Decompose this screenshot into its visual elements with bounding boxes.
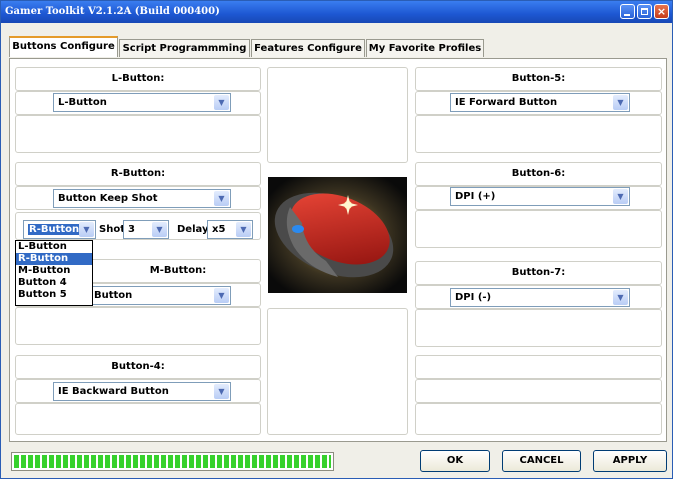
tab-script-programming[interactable]: Script Programmming (119, 39, 250, 57)
l-button-spacer (15, 115, 261, 153)
chevron-down-icon: ▼ (152, 222, 167, 237)
dropdown-option[interactable]: L-Button (16, 241, 92, 253)
middle-top-box (267, 67, 408, 163)
button5-select[interactable]: IE Forward Button ▼ (450, 93, 630, 112)
tab-my-favorite-profiles[interactable]: My Favorite Profiles (366, 39, 484, 57)
minimize-icon (624, 14, 630, 16)
shot-count-select[interactable]: 3 ▼ (123, 220, 169, 239)
button4-title: Button-4: (111, 361, 165, 372)
button4-spacer (15, 403, 261, 435)
mouse-image (268, 177, 407, 293)
shot-button-select[interactable]: R-Button ▼ (23, 220, 96, 239)
minimize-button[interactable] (620, 4, 635, 19)
button5-select-value: IE Forward Button (455, 97, 558, 108)
app-window: Gamer Toolkit V2.1.2A (Build 000400) × B… (0, 0, 673, 479)
r-button-select[interactable]: Button Keep Shot ▼ (53, 189, 231, 208)
chevron-down-icon: ▼ (214, 288, 229, 303)
window-title: Gamer Toolkit V2.1.2A (Build 000400) (5, 6, 220, 17)
dropdown-option-selected[interactable]: R-Button (16, 253, 92, 265)
button6-select[interactable]: DPI (+) ▼ (450, 187, 630, 206)
delay-select[interactable]: x5 ▼ (207, 220, 253, 239)
shot-label: Shot (99, 224, 125, 235)
chevron-down-icon: ▼ (214, 384, 229, 399)
shot-button-dropdown-list: L-Button R-Button M-Button Button 4 Butt… (15, 240, 93, 306)
delay-value: x5 (212, 224, 226, 235)
tab-buttons-configure[interactable]: Buttons Configure (9, 36, 118, 57)
button4-select[interactable]: IE Backward Button ▼ (53, 382, 231, 401)
chevron-down-icon: ▼ (613, 95, 628, 110)
button6-title: Button-6: (511, 168, 566, 179)
chevron-down-icon: ▼ (236, 222, 251, 237)
tab-features-configure[interactable]: Features Configure (251, 39, 365, 57)
l-button-select-value: L-Button (58, 97, 107, 108)
ok-button[interactable]: OK (420, 450, 490, 472)
button7-select[interactable]: DPI (-) ▼ (450, 288, 630, 307)
right-empty-header (415, 355, 662, 379)
button6-header: Button-6: (415, 162, 662, 186)
button7-spacer (415, 309, 662, 347)
close-button[interactable]: × (654, 4, 669, 19)
right-empty-spacer (415, 403, 662, 435)
chevron-down-icon: ▼ (214, 191, 229, 206)
progress-bar (11, 452, 334, 471)
maximize-icon (641, 8, 648, 15)
cancel-button[interactable]: CANCEL (502, 450, 581, 472)
button6-select-value: DPI (+) (455, 191, 496, 202)
r-button-title: R-Button: (110, 168, 166, 179)
l-button-select[interactable]: L-Button ▼ (53, 93, 231, 112)
dropdown-option[interactable]: Button 4 (16, 277, 92, 289)
dropdown-option[interactable]: Button 5 (16, 289, 92, 301)
dropdown-option[interactable]: M-Button (16, 265, 92, 277)
chevron-down-icon: ▼ (613, 290, 628, 305)
chevron-down-icon: ▼ (613, 189, 628, 204)
delay-label: Delay (177, 224, 209, 235)
mouse-illustration (268, 177, 407, 293)
button7-select-value: DPI (-) (455, 292, 492, 303)
button4-select-value: IE Backward Button (58, 386, 169, 397)
chevron-down-icon: ▼ (79, 222, 94, 237)
l-button-header: L-Button: (15, 67, 261, 91)
shot-button-select-value: R-Button (28, 224, 81, 235)
apply-button[interactable]: APPLY (593, 450, 667, 472)
l-button-title: L-Button: (111, 73, 165, 84)
button5-title: Button-5: (511, 73, 566, 84)
button5-header: Button-5: (415, 67, 662, 91)
button6-spacer (415, 210, 662, 248)
button7-title: Button-7: (511, 267, 566, 278)
button5-spacer (415, 115, 662, 153)
progress-fill (14, 455, 331, 468)
m-button-title: M-Button: (149, 265, 207, 276)
right-empty-row (415, 379, 662, 403)
button4-header: Button-4: (15, 355, 261, 379)
m-button-spacer (15, 307, 261, 345)
shot-count-value: 3 (128, 224, 135, 235)
r-button-select-value: Button Keep Shot (58, 193, 158, 204)
middle-bottom-box (267, 308, 408, 435)
r-button-header: R-Button: (15, 162, 261, 186)
button7-header: Button-7: (415, 261, 662, 285)
chevron-down-icon: ▼ (214, 95, 229, 110)
title-bar[interactable]: Gamer Toolkit V2.1.2A (Build 000400) × (1, 1, 672, 23)
maximize-button[interactable] (637, 4, 652, 19)
close-icon: × (656, 5, 667, 18)
